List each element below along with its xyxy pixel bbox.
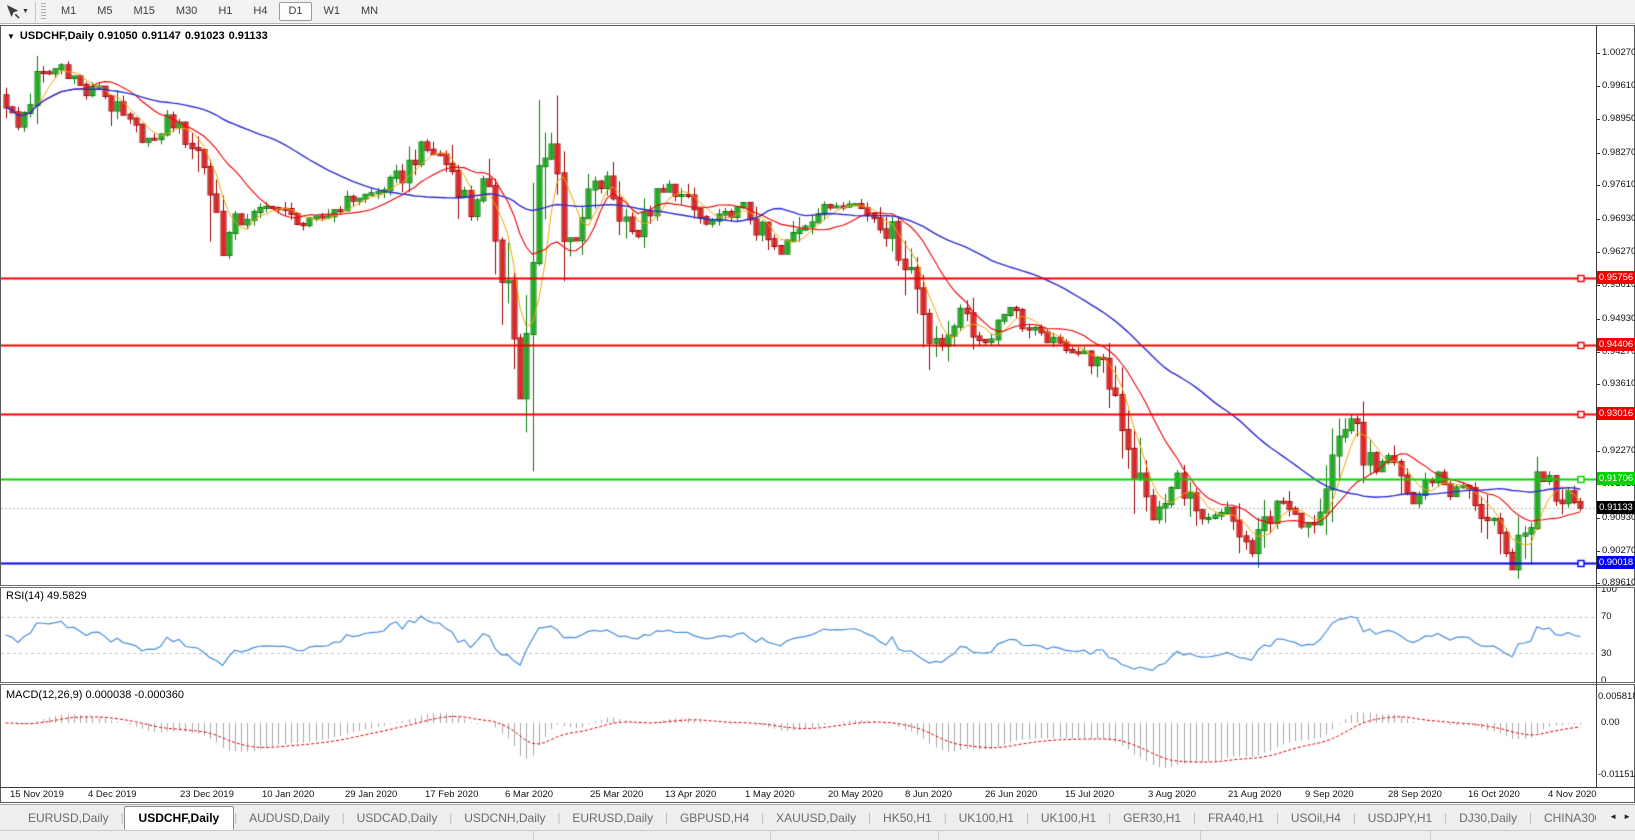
date-axis-label: 15 Nov 2019 [10, 789, 64, 800]
chart-tab-usdcad-daily[interactable]: USDCAD,Daily [345, 807, 450, 829]
date-axis-label: 25 Mar 2020 [590, 789, 643, 800]
timeframe-button-h4[interactable]: H4 [244, 2, 276, 21]
date-axis-label: 21 Aug 2020 [1228, 789, 1281, 800]
chart-tab-usdcnh-daily[interactable]: USDCNH,Daily [452, 807, 557, 829]
crosshair-cursor-icon[interactable] [2, 3, 22, 21]
date-axis-label: 28 Sep 2020 [1388, 789, 1442, 800]
chart-low-value: 0.91023 [185, 30, 225, 42]
level-price-badge: 0.93016 [1597, 407, 1635, 420]
rsi-scale-70: 70 [1601, 611, 1612, 622]
date-axis-label: 17 Feb 2020 [425, 789, 478, 800]
date-axis-label: 10 Jan 2020 [262, 789, 314, 800]
timeframe-button-m5[interactable]: M5 [88, 2, 121, 21]
chart-tab-bar: EURUSD,Daily|USDCHF,Daily|AUDUSD,Daily|U… [0, 804, 1635, 830]
chart-tabs: EURUSD,Daily|USDCHF,Daily|AUDUSD,Daily|U… [0, 805, 1596, 830]
toolbar-separator [35, 2, 36, 22]
toolbar-drag-grip[interactable] [41, 3, 46, 21]
timeframe-button-w1[interactable]: W1 [315, 2, 350, 21]
main-rsi-separator[interactable] [0, 585, 1635, 588]
date-axis-label: 6 Mar 2020 [505, 789, 553, 800]
level-price-badge: 0.91706 [1597, 472, 1635, 485]
rsi-macd-separator[interactable] [0, 682, 1635, 685]
date-axis-label: 23 Dec 2019 [180, 789, 234, 800]
current-price-badge: 0.91133 [1597, 501, 1635, 514]
macd-panel-canvas[interactable] [1, 686, 1596, 787]
date-axis-label: 1 May 2020 [745, 789, 795, 800]
date-axis-label: 9 Sep 2020 [1305, 789, 1354, 800]
tab-scroll-controls: ◄ ► [1609, 812, 1631, 821]
chart-tab-usoil-h4[interactable]: USOil,H4 [1279, 807, 1353, 829]
timeframe-button-m1[interactable]: M1 [52, 2, 85, 21]
chart-tab-gbpusd-h4[interactable]: GBPUSD,H4 [668, 807, 761, 829]
chart-tab-xauusd-daily[interactable]: XAUUSD,Daily [764, 807, 868, 829]
date-axis-label: 26 Jun 2020 [985, 789, 1037, 800]
chart-tab-eurusd-daily[interactable]: EURUSD,Daily [16, 807, 121, 829]
macd-label: MACD(12,26,9) 0.000038 -0.000360 [6, 689, 184, 701]
chart-tab-hk50-h1[interactable]: HK50,H1 [871, 807, 944, 829]
chart-collapse-icon[interactable]: ▼ [7, 32, 15, 41]
status-divider [1430, 831, 1431, 840]
date-axis-label: 20 May 2020 [828, 789, 883, 800]
tab-scroll-left-icon[interactable]: ◄ [1609, 812, 1617, 821]
level-price-badge: 0.90018 [1597, 556, 1635, 569]
status-bar [0, 830, 1635, 840]
rsi-scale-30: 30 [1601, 648, 1612, 659]
tab-scroll-right-icon[interactable]: ► [1623, 812, 1631, 821]
chart-tab-ger30-h1[interactable]: GER30,H1 [1111, 807, 1193, 829]
date-axis-label: 29 Jan 2020 [345, 789, 397, 800]
tool-dropdown-caret-icon[interactable]: ▼ [22, 8, 29, 15]
date-axis-label: 3 Aug 2020 [1148, 789, 1196, 800]
timeframe-button-m30[interactable]: M30 [167, 2, 206, 21]
price-chart-canvas[interactable] [1, 26, 1596, 585]
date-axis-label: 15 Jul 2020 [1065, 789, 1114, 800]
chart-tab-dj30-daily[interactable]: DJ30,Daily [1447, 807, 1529, 829]
timeframe-button-h1[interactable]: H1 [209, 2, 241, 21]
macd-scale-min: -0.01151 [1598, 769, 1635, 780]
cursor-arrow-glyph [5, 4, 20, 19]
date-axis-label: 16 Oct 2020 [1468, 789, 1520, 800]
date-axis-label: 4 Nov 2020 [1548, 789, 1597, 800]
level-price-badge: 0.95756 [1597, 271, 1635, 284]
timeframe-button-mn[interactable]: MN [352, 2, 387, 21]
level-price-badge: 0.94406 [1597, 338, 1635, 351]
chart-tab-audusd-daily[interactable]: AUDUSD,Daily [237, 807, 342, 829]
chart-tab-china300-h1[interactable]: CHINA300,H1 [1532, 807, 1596, 829]
status-divider [533, 831, 534, 840]
chart-tab-usdjpy-h1[interactable]: USDJPY,H1 [1356, 807, 1444, 829]
chart-tab-fra40-h1[interactable]: FRA40,H1 [1196, 807, 1276, 829]
chart-tab-uk100-h1[interactable]: UK100,H1 [947, 807, 1026, 829]
rsi-panel-canvas[interactable] [1, 588, 1596, 682]
timeframe-buttons: M1M5M15M30H1H4D1W1MN [52, 2, 390, 21]
rsi-label: RSI(14) 49.5829 [6, 590, 87, 602]
macd-scale-max: 0.005818 [1598, 691, 1635, 702]
date-axis-label: 8 Jun 2020 [905, 789, 952, 800]
macd-scale-zero: 0.00 [1601, 717, 1620, 728]
status-divider [1200, 831, 1201, 840]
date-axis: 15 Nov 2019 4 Dec 2019 23 Dec 2019 10 Jan 2… [0, 788, 1596, 803]
mt4-application: ▼ M1M5M15M30H1H4D1W1MN ▼ USDCHF,Daily 0.91… [0, 0, 1635, 840]
timeframe-button-d1[interactable]: D1 [279, 2, 311, 21]
date-axis-label: 13 Apr 2020 [665, 789, 716, 800]
chart-tab-uk100-h1[interactable]: UK100,H1 [1029, 807, 1108, 829]
chart-high-value: 0.91147 [142, 30, 181, 42]
chart-title: ▼ USDCHF,Daily 0.91050 0.91147 0.91023 0.9113… [7, 30, 272, 42]
chart-symbol-period: USDCHF,Daily [20, 30, 94, 42]
status-divider [770, 831, 771, 840]
status-divider [938, 831, 939, 840]
timeframe-button-m15[interactable]: M15 [125, 2, 164, 21]
date-axis-label: 4 Dec 2019 [88, 789, 137, 800]
chart-tab-usdchf-daily[interactable]: USDCHF,Daily [124, 806, 235, 830]
toolbar: ▼ M1M5M15M30H1H4D1W1MN [0, 0, 1635, 24]
chart-open-value: 0.91050 [98, 30, 138, 42]
chart-tab-eurusd-daily[interactable]: EURUSD,Daily [560, 807, 665, 829]
chart-close-value: 0.91133 [229, 30, 268, 42]
